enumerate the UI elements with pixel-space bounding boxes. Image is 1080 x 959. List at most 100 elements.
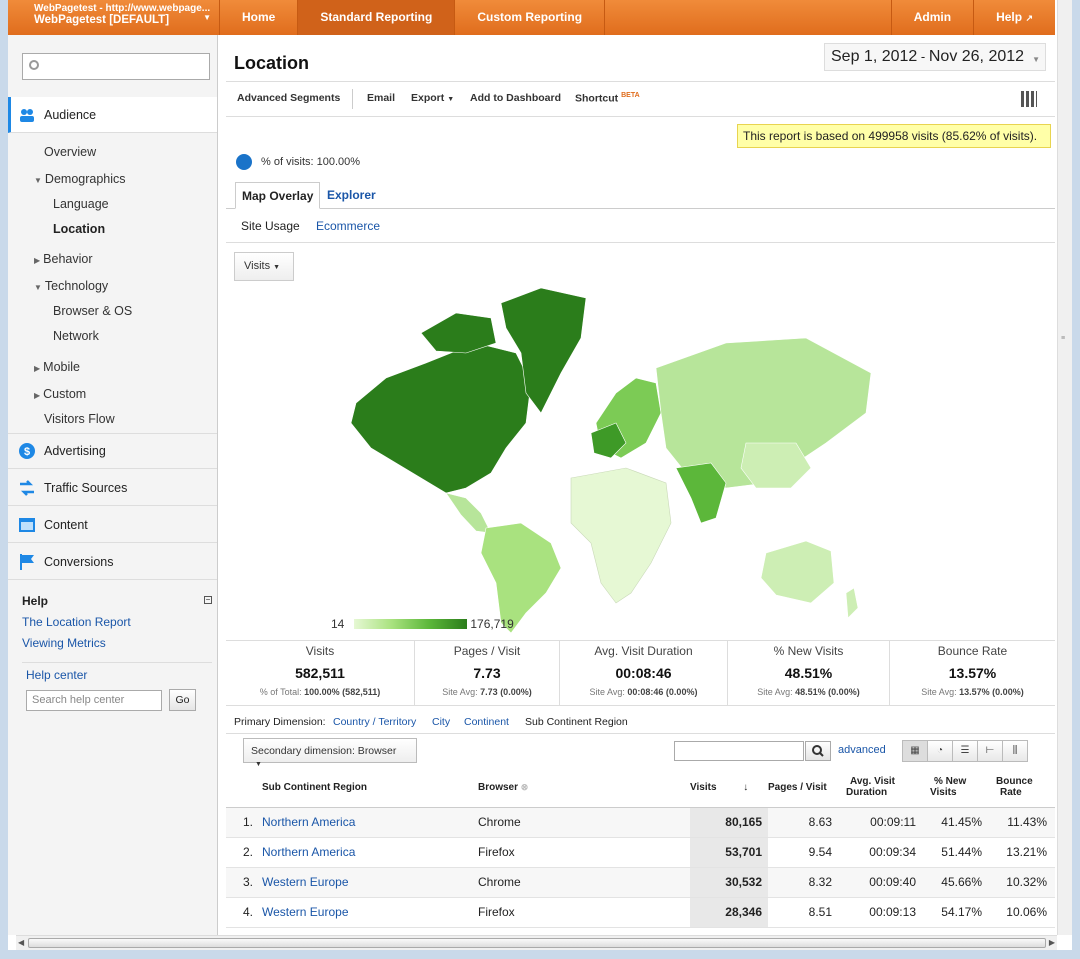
row-region-link[interactable]: Western Europe [262,905,349,919]
search-icon [812,745,824,757]
pie-icon [236,154,252,170]
header-region[interactable]: Sub Continent Region [262,768,478,808]
tab-site-usage[interactable]: Site Usage [241,219,300,233]
tab-explorer[interactable]: Explorer [321,182,382,209]
world-map[interactable] [326,283,886,643]
header-bounce-rate[interactable]: Bounce Rate [996,768,1055,808]
map-north-america [350,342,532,494]
help-link-viewing-metrics[interactable]: Viewing Metrics [22,636,106,650]
remove-icon[interactable]: ⊗ [521,782,529,792]
summary-sub-value: 100.00% (582,511) [304,687,381,697]
sidebar-item-overview[interactable]: Overview [44,145,96,159]
sidebar-item-audience[interactable]: Audience [8,97,217,133]
header-pages-per-visit[interactable]: Pages / Visit [768,768,846,808]
grid-icon[interactable] [1021,91,1037,107]
triangle-right-icon: ▶ [34,364,41,373]
sidebar-item-label: Technology [44,279,109,293]
legend-min: 14 [331,617,345,631]
shortcut-button[interactable]: Shortcut BETA [575,92,640,105]
sidebar-item-location[interactable]: Location [53,222,105,236]
row-region-link[interactable]: Northern America [262,845,355,859]
header-bounce-line2: Rate [1000,787,1022,799]
sidebar-item-content[interactable]: Content [8,507,217,543]
summary-scorecard: Visits 582,511 % of Total: 100.00% (582,… [226,640,1055,706]
triangle-right-icon: ▶ [34,391,41,400]
sidebar-search-input[interactable] [22,53,210,80]
help-link-location-report[interactable]: The Location Report [22,615,131,629]
sidebar-item-custom[interactable]: ▶ Custom [34,387,86,401]
help-go-button[interactable]: Go [169,689,196,711]
nav-home[interactable]: Home [220,0,299,35]
header-bounce-line1: Bounce [996,776,1033,788]
scroll-thumb[interactable] [28,938,1046,948]
sidebar-item-conversions[interactable]: Conversions [8,544,217,580]
row-region-link[interactable]: Northern America [262,815,355,829]
sidebar-item-browser-os[interactable]: Browser & OS [53,304,132,318]
sidebar-item-language[interactable]: Language [53,197,109,211]
vertical-scrollbar[interactable]: ≡ [1057,0,1072,935]
chevron-down-icon: ▼ [203,13,211,22]
sidebar-item-mobile[interactable]: ▶ Mobile [34,360,80,374]
date-range-picker[interactable]: Sep 1, 2012 - Nov 26, 2012 ▼ [824,43,1046,71]
nav-standard-reporting[interactable]: Standard Reporting [298,0,456,35]
help-center-link[interactable]: Help center [26,668,87,682]
add-to-dashboard-button[interactable]: Add to Dashboard [470,92,561,104]
header-new-visits[interactable]: % New Visits [930,768,996,808]
performance-view-icon[interactable]: ☰ [952,740,978,762]
row-region-link[interactable]: Western Europe [262,875,349,889]
table-row: 2. Northern America Firefox 53,701 9.54 … [226,837,1055,868]
header-browser[interactable]: Browser ⊗ [478,768,690,808]
sidebar-item-advertising[interactable]: $ Advertising [8,433,217,469]
dimension-subcontinent[interactable]: Sub Continent Region [525,716,628,728]
advanced-segments-button[interactable]: Advanced Segments [237,92,340,104]
export-button[interactable]: Export ▼ [411,92,454,104]
dimension-city[interactable]: City [432,716,450,728]
sidebar-item-traffic-sources[interactable]: Traffic Sources [8,470,217,506]
nav-help[interactable]: Help ↗ [973,0,1055,35]
comparison-view-icon[interactable]: ⊢ [977,740,1003,762]
triangle-right-icon: ▶ [34,256,41,265]
table-filter-input[interactable] [674,741,804,761]
sidebar-item-technology[interactable]: ▼ Technology [34,279,108,293]
table-row: 1. Northern America Chrome 80,165 8.63 0… [226,807,1055,838]
tab-map-overlay[interactable]: Map Overlay [235,182,321,209]
header-duration[interactable]: Avg. Visit Duration [846,768,930,808]
dimension-country[interactable]: Country / Territory [333,716,416,728]
help-search-input[interactable]: Search help center [26,690,162,711]
dimension-continent[interactable]: Continent [464,716,509,728]
horizontal-scrollbar[interactable]: ◀ ▶ [16,935,1057,950]
tab-ecommerce[interactable]: Ecommerce [316,219,380,233]
row-new-visits: 41.45% [930,807,996,838]
sidebar-item-demographics[interactable]: ▼ Demographics [34,172,126,186]
sort-down-icon: ↓ [743,781,749,793]
pivot-view-icon[interactable]: ⫼ [1002,740,1028,762]
account-selector[interactable]: WebPagetest - http://www.webpage... WebP… [8,0,220,35]
export-label: Export [411,92,445,104]
sidebar-item-visitors-flow[interactable]: Visitors Flow [44,412,115,426]
email-button[interactable]: Email [367,92,395,104]
table-view-icon[interactable]: ▦ [902,740,928,762]
triangle-down-icon: ▼ [34,176,42,185]
sidebar-item-network[interactable]: Network [53,329,99,343]
nav-admin[interactable]: Admin [890,0,973,35]
sidebar-item-behavior[interactable]: ▶ Behavior [34,252,93,266]
row-new-visits: 54.17% [930,897,996,928]
nav-custom-reporting[interactable]: Custom Reporting [455,0,606,35]
scroll-left-icon[interactable]: ◀ [18,938,24,947]
map-australia [760,540,835,604]
table-search-button[interactable] [805,741,831,761]
row-bounce: 11.43% [996,807,1055,838]
sidebar-item-label: Content [44,517,88,532]
row-browser: Firefox [478,837,690,868]
top-navigation: WebPagetest - http://www.webpage... WebP… [8,0,1055,35]
row-visits: 30,532 [690,867,768,898]
secondary-dimension-select[interactable]: Secondary dimension: Browser ▼ [243,738,417,768]
collapse-icon[interactable]: − [204,596,212,604]
header-visits[interactable]: Visits ↓ [690,768,768,808]
row-browser: Chrome [478,807,690,838]
advanced-filter-link[interactable]: advanced [838,744,886,756]
map-metric-select[interactable]: Visits ▼ [234,252,294,281]
scroll-right-icon[interactable]: ▶ [1049,938,1055,947]
segment-indicator: % of visits: 100.00% [236,154,360,170]
pie-view-icon[interactable]: ◔ [927,740,953,762]
